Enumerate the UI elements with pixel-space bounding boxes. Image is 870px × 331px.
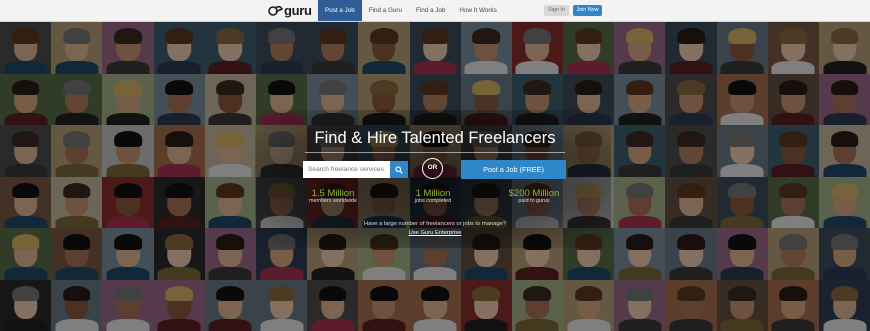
enterprise-question: Have a large number of freelancers or jo…	[363, 221, 507, 227]
hero-divider	[305, 152, 565, 153]
stat-members-label: members worldwide	[309, 198, 357, 204]
search-icon	[395, 165, 403, 174]
nav-post-a-job[interactable]: Post a Job	[318, 0, 362, 21]
nav-find-a-guru[interactable]: Find a Guru	[362, 0, 409, 21]
join-now-button[interactable]: Join Now	[573, 5, 602, 16]
stat-members: 1.5 Million members worldwide	[301, 188, 365, 204]
guru-logo-icon	[268, 5, 283, 16]
top-nav-bar: guru Post a Job Find a Guru Find a Job H…	[0, 0, 870, 22]
stat-paid: $200 Million paid to gurus	[500, 188, 568, 204]
search-button[interactable]	[390, 161, 408, 178]
hero-section: Find & Hire Talented Freelancers OR Post…	[0, 0, 870, 331]
enterprise-link[interactable]: Use Guru Enterprise	[0, 230, 870, 236]
logo-text: guru	[284, 3, 312, 18]
hero-title: Find & Hire Talented Freelancers	[314, 129, 556, 147]
nav-how-it-works[interactable]: How It Works	[452, 0, 503, 21]
stat-jobs-label: jobs completed	[414, 198, 452, 204]
stat-jobs: 1 Million jobs completed	[402, 188, 464, 204]
sign-in-button[interactable]: Sign In	[544, 5, 569, 16]
nav-find-a-job[interactable]: Find a Job	[409, 0, 452, 21]
main-nav: Post a Job Find a Guru Find a Job How It…	[318, 0, 504, 21]
search-input[interactable]	[303, 161, 391, 178]
post-job-button[interactable]: Post a Job (FREE)	[461, 160, 566, 179]
or-separator: OR	[422, 158, 443, 179]
guru-logo[interactable]: guru	[268, 3, 312, 18]
